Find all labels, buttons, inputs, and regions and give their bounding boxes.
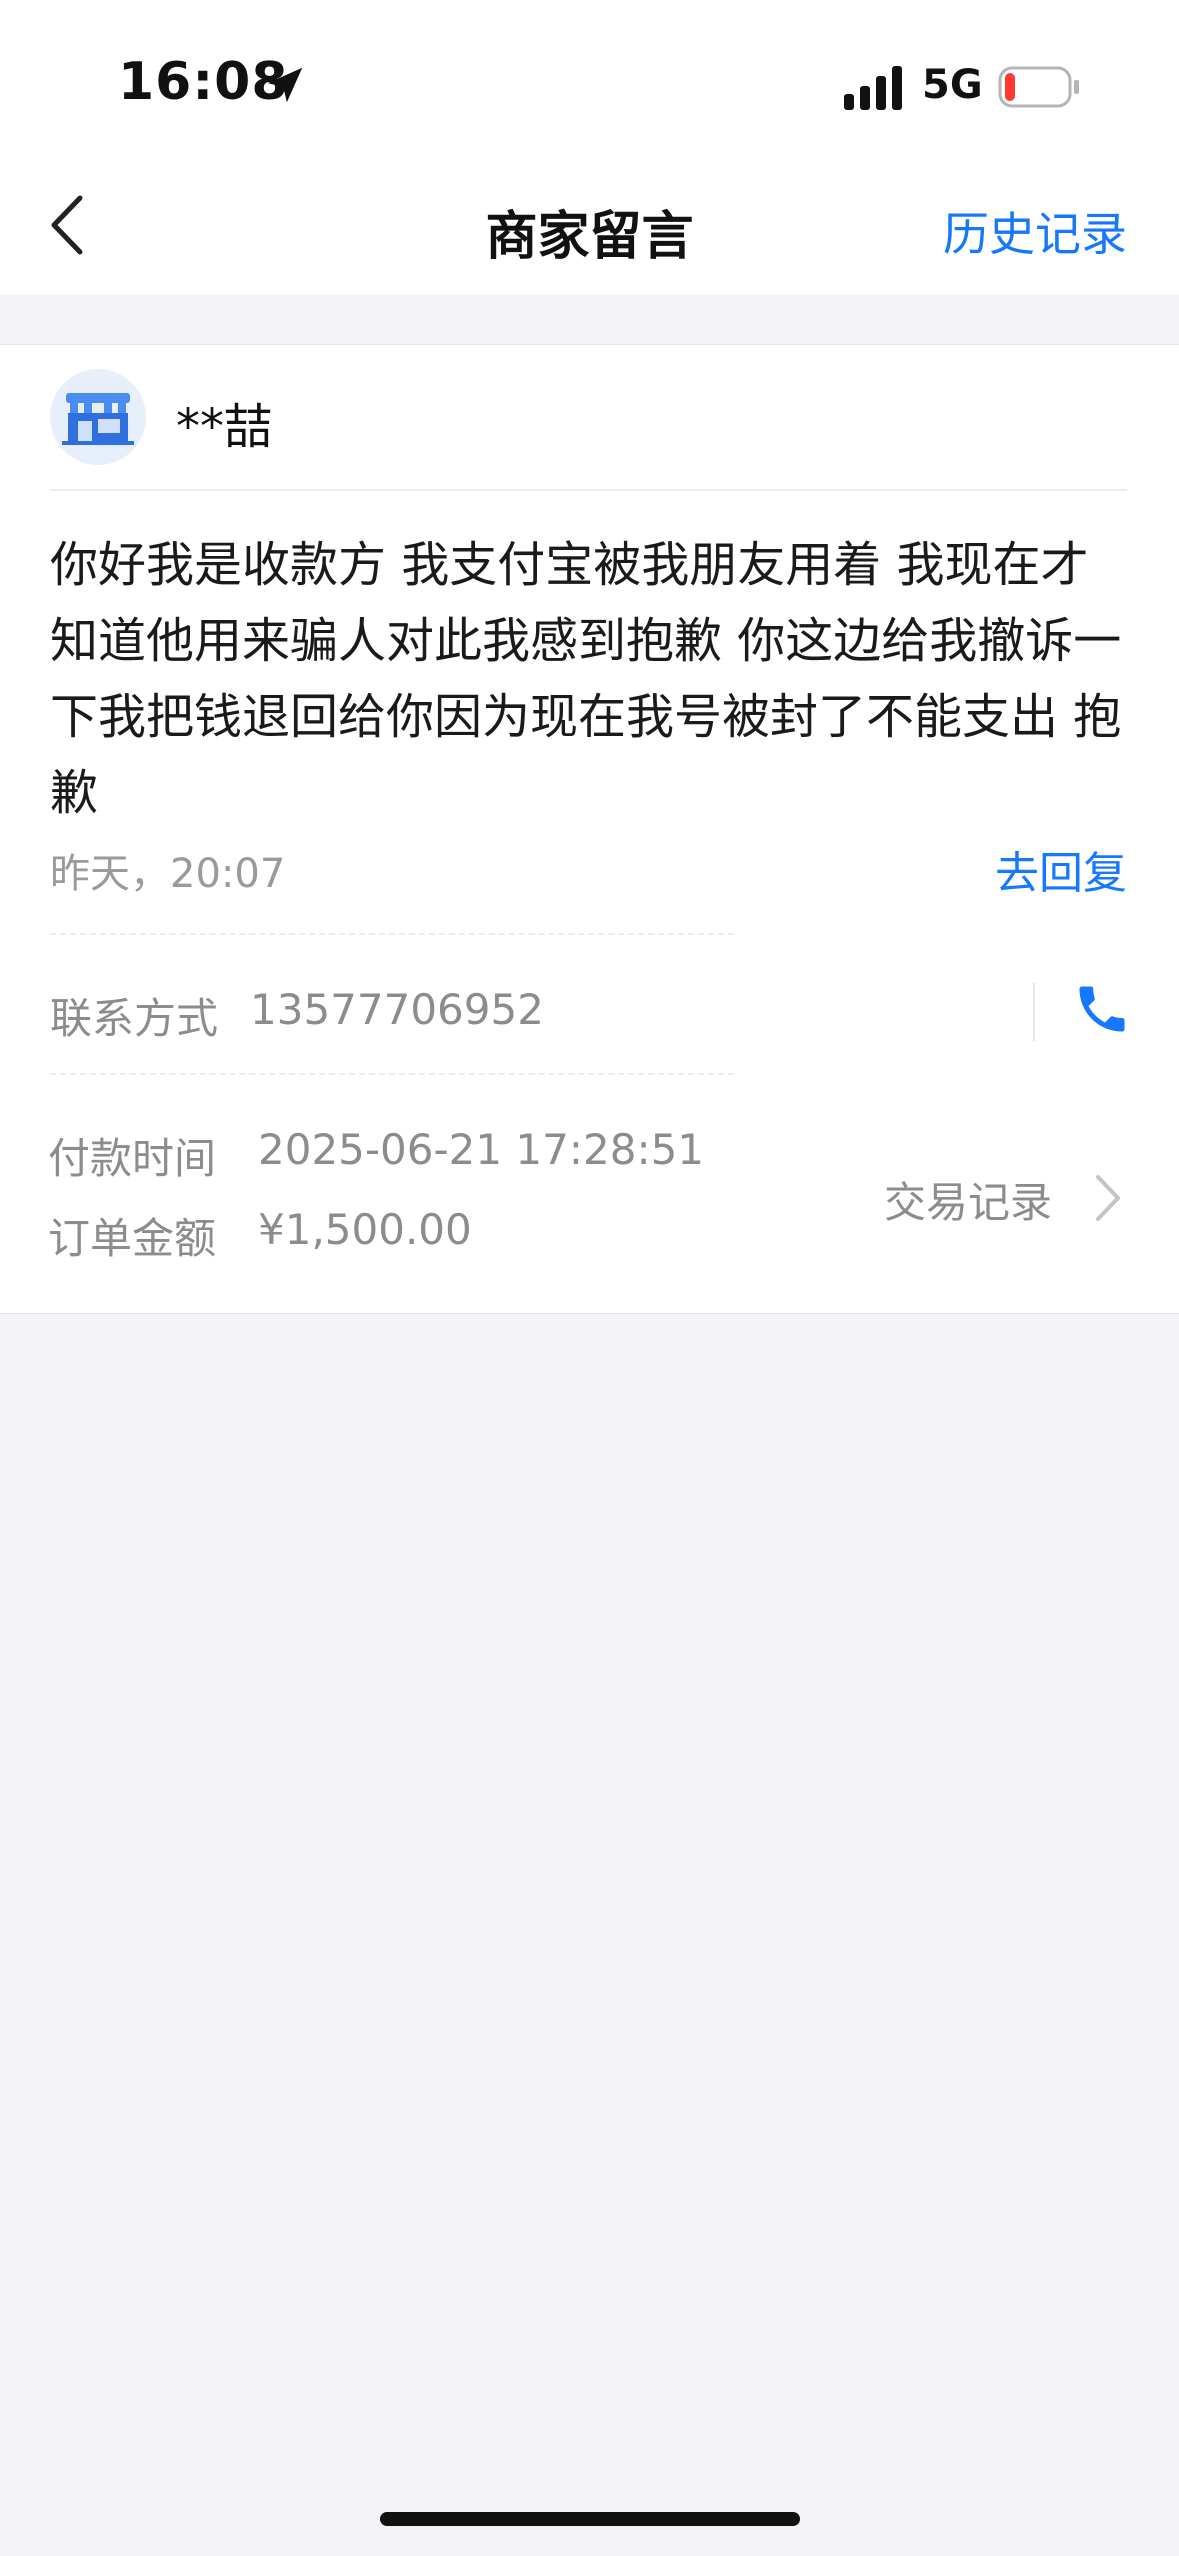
- order-amount-value: ¥1,500.00: [258, 1205, 472, 1254]
- chevron-right-icon[interactable]: [1090, 1171, 1124, 1225]
- phone-icon[interactable]: [1072, 979, 1132, 1039]
- vertical-separator: [1033, 983, 1035, 1041]
- message-text: 你好我是收款方 我支付宝被我朋友用着 我现在才知道他用来骗人对此我感到抱歉 你这…: [50, 537, 1122, 821]
- pay-time-label: 付款时间: [48, 1134, 217, 1183]
- dashed-divider: [50, 933, 734, 935]
- dashed-divider: [50, 1073, 734, 1075]
- divider: [50, 489, 1127, 491]
- contact-phone: 13577706952: [250, 985, 544, 1034]
- network-label: 5G: [922, 62, 983, 108]
- location-arrow-icon: [267, 67, 303, 103]
- contact-label: 联系方式: [50, 994, 219, 1043]
- transaction-record-link[interactable]: 交易记录: [884, 1169, 1052, 1230]
- merchant-avatar: [50, 369, 146, 465]
- signal-icon: [844, 66, 902, 110]
- battery-low-icon: [998, 66, 1079, 108]
- history-link[interactable]: 历史记录: [943, 198, 1127, 264]
- message-time: 昨天，20:07: [50, 851, 286, 897]
- reply-link[interactable]: 去回复: [995, 837, 1127, 901]
- merchant-message-card: **喆 你好我是收款方 我支付宝被我朋友用着 我现在才知道他用来骗人对此我感到抱…: [0, 344, 1179, 1314]
- merchant-name: **喆: [176, 399, 273, 455]
- status-bar: 16:08 5G: [0, 0, 1179, 160]
- shop-icon: [62, 393, 134, 445]
- nav-bar: 商家留言 历史记录: [0, 160, 1179, 295]
- home-indicator: [380, 2512, 800, 2526]
- order-amount-label: 订单金额: [48, 1214, 217, 1263]
- pay-time-value: 2025-06-21 17:28:51: [258, 1125, 705, 1174]
